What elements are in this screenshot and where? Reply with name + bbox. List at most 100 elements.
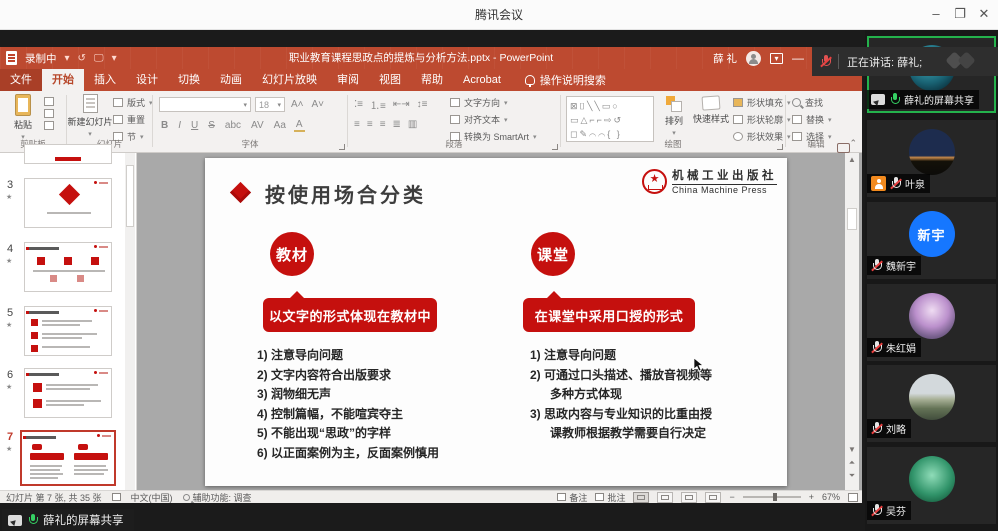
drawing-dialog-launcher[interactable] (777, 144, 783, 150)
account-name[interactable]: 薛 礼 (713, 51, 737, 66)
zoom-in-icon[interactable]: + (809, 492, 814, 502)
align-text-button[interactable]: 对齐文本▾ (450, 113, 537, 126)
thumbnail-slide-3[interactable]: 3 ★ (0, 178, 126, 232)
start-slideshow-icon[interactable]: 🖵 (94, 53, 104, 64)
accessibility-status[interactable]: 辅助功能: 调查 (183, 491, 252, 504)
badge-classroom[interactable]: 课堂 (531, 232, 575, 276)
clear-formatting-icon[interactable]: abc (223, 120, 243, 131)
tab-insert[interactable]: 插入 (84, 69, 126, 91)
next-slide-icon[interactable]: ⏷ (845, 471, 859, 481)
shape-gallery[interactable]: ⊠⌷╲╲▭○ ▭△⌐⌐⇨↺ ◻✎⌒⌒{ } (566, 96, 654, 142)
slide-sorter-view-button[interactable] (657, 492, 673, 503)
cut-icon[interactable] (44, 97, 54, 106)
scroll-down-icon[interactable]: ▼ (845, 445, 859, 454)
arrange-button[interactable]: 排列 ▾ (659, 96, 689, 137)
slide-scrollbar-thumb[interactable] (847, 208, 857, 230)
badge-textbook[interactable]: 教材 (270, 232, 314, 276)
align-center-icon[interactable]: ≡ (367, 119, 373, 130)
tab-home[interactable]: 开始 (42, 69, 84, 91)
bold-button[interactable]: B (159, 120, 170, 131)
tab-design[interactable]: 设计 (126, 69, 168, 91)
bubble-textbook[interactable]: 以文字的形式体现在教材中 (263, 298, 437, 332)
tab-animations[interactable]: 动画 (210, 69, 252, 91)
change-case-button[interactable]: Aa (272, 120, 288, 131)
collapse-ribbon-icon[interactable]: ⌃ (849, 138, 857, 149)
tab-acrobat[interactable]: Acrobat (453, 69, 511, 91)
columns-icon[interactable]: ▥ (408, 119, 417, 130)
thumbnail-slide-2-partial[interactable] (0, 144, 126, 164)
tab-transitions[interactable]: 切换 (168, 69, 210, 91)
align-right-icon[interactable]: ≡ (380, 119, 386, 130)
ribbon-display-options-icon[interactable]: ▾ (770, 53, 783, 64)
paste-button[interactable]: 粘贴 ▾ (4, 94, 42, 141)
close-button[interactable]: ✕ (972, 0, 996, 30)
thumbnail-slide-7-current[interactable]: 7 ★ (0, 430, 126, 490)
reset-button[interactable]: 重置 (113, 113, 153, 126)
previous-slide-icon[interactable]: ⏶ (845, 458, 859, 468)
tab-file[interactable]: 文件 (0, 69, 42, 91)
participant-tile[interactable]: 叶泉 (867, 120, 996, 197)
font-name-combo[interactable]: ▾ (159, 97, 251, 112)
thumbnail-scrollbar-thumb[interactable] (126, 165, 134, 227)
grow-font-icon[interactable]: A˄ (289, 99, 306, 110)
indent-icons[interactable]: ⇤⇥ (393, 99, 410, 110)
thumbnail-scrollbar[interactable] (125, 153, 135, 490)
tab-help[interactable]: 帮助 (411, 69, 453, 91)
comments-icon[interactable] (837, 143, 850, 153)
bullets-icon[interactable]: ⁚≡ (354, 99, 363, 110)
account-avatar[interactable] (746, 51, 761, 66)
zoom-percentage[interactable]: 67% (822, 492, 840, 502)
italic-button[interactable]: I (176, 120, 183, 131)
fit-slide-icon[interactable] (848, 493, 858, 502)
normal-view-button[interactable] (633, 492, 649, 503)
bubble-classroom[interactable]: 在课堂中采用口授的形式 (523, 298, 695, 332)
char-spacing-button[interactable]: AV (249, 120, 266, 131)
language-status[interactable]: 中文(中国) (131, 491, 173, 504)
font-dialog-launcher[interactable] (339, 144, 345, 150)
find-button[interactable]: 查找 (792, 96, 832, 109)
reading-view-button[interactable] (681, 492, 697, 503)
slideshow-view-button[interactable] (705, 492, 721, 503)
tab-view[interactable]: 视图 (369, 69, 411, 91)
shrink-font-icon[interactable]: A˅ (310, 99, 327, 110)
underline-button[interactable]: U (189, 120, 200, 131)
minimize-button[interactable]: – (924, 0, 948, 30)
shape-fill-button[interactable]: 形状填充▾ (733, 96, 791, 109)
new-slide-button[interactable]: 新建幻灯片 ▾ (69, 94, 111, 138)
font-size-combo[interactable]: 18▾ (255, 97, 285, 112)
justify-icon[interactable]: ≣ (393, 119, 401, 130)
copy-icon[interactable] (44, 109, 54, 118)
participant-tile[interactable]: 刘略 (867, 365, 996, 442)
undo-icon[interactable]: ↺ (78, 53, 86, 64)
participant-tile[interactable]: 朱红娟 (867, 284, 996, 361)
participant-tile[interactable]: 吴芬 (867, 447, 996, 524)
textbook-list[interactable]: 1) 注意导向问题 2) 文字内容符合出版要求 3) 润物细无声 4) 控制篇幅… (257, 346, 507, 463)
zoom-slider[interactable] (743, 496, 801, 498)
restore-button[interactable]: ❐ (948, 0, 972, 30)
chevron-down-icon[interactable]: ▾ (65, 53, 70, 64)
ppt-minimize-icon[interactable]: — (792, 51, 804, 65)
thumbnail-slide-5[interactable]: 5 ★ (0, 306, 126, 360)
tab-review[interactable]: 审阅 (327, 69, 369, 91)
align-left-icon[interactable]: ≡ (354, 119, 360, 130)
thumbnail-slide-4[interactable]: 4 ★ (0, 242, 126, 296)
text-direction-button[interactable]: 文字方向▾ (450, 96, 537, 109)
tab-slideshow[interactable]: 幻灯片放映 (252, 69, 327, 91)
comments-toggle[interactable]: 批注 (595, 491, 625, 504)
paragraph-dialog-launcher[interactable] (552, 144, 558, 150)
layout-button[interactable]: 版式▾ (113, 96, 153, 109)
slide-title[interactable]: 按使用场合分类 (265, 179, 426, 208)
notes-toggle[interactable]: 备注 (557, 491, 587, 504)
format-painter-icon[interactable] (44, 121, 54, 130)
customize-toolbar-icon[interactable]: ▾ (112, 53, 117, 64)
thumbnail-slide-6[interactable]: 6 ★ (0, 368, 126, 422)
classroom-list[interactable]: 1) 注意导向问题 2) 可通过口头描述、播放音视频等 多种方式体现 3) 思政… (530, 346, 780, 444)
slide-scrollbar[interactable]: ▲ ▼ ⏶ ⏷ (845, 153, 859, 490)
replace-button[interactable]: 替换▾ (792, 113, 832, 126)
participant-tile[interactable]: 新宇 魏新宇 (867, 202, 996, 279)
shape-outline-button[interactable]: 形状轮廓▾ (733, 113, 791, 126)
current-slide[interactable]: 按使用场合分类 机械工业出版社 China Machine Press 教材 以… (205, 158, 787, 486)
recording-status[interactable]: 录制中 (25, 51, 57, 66)
display-settings-icon[interactable] (112, 493, 121, 501)
scroll-up-icon[interactable]: ▲ (845, 155, 859, 164)
